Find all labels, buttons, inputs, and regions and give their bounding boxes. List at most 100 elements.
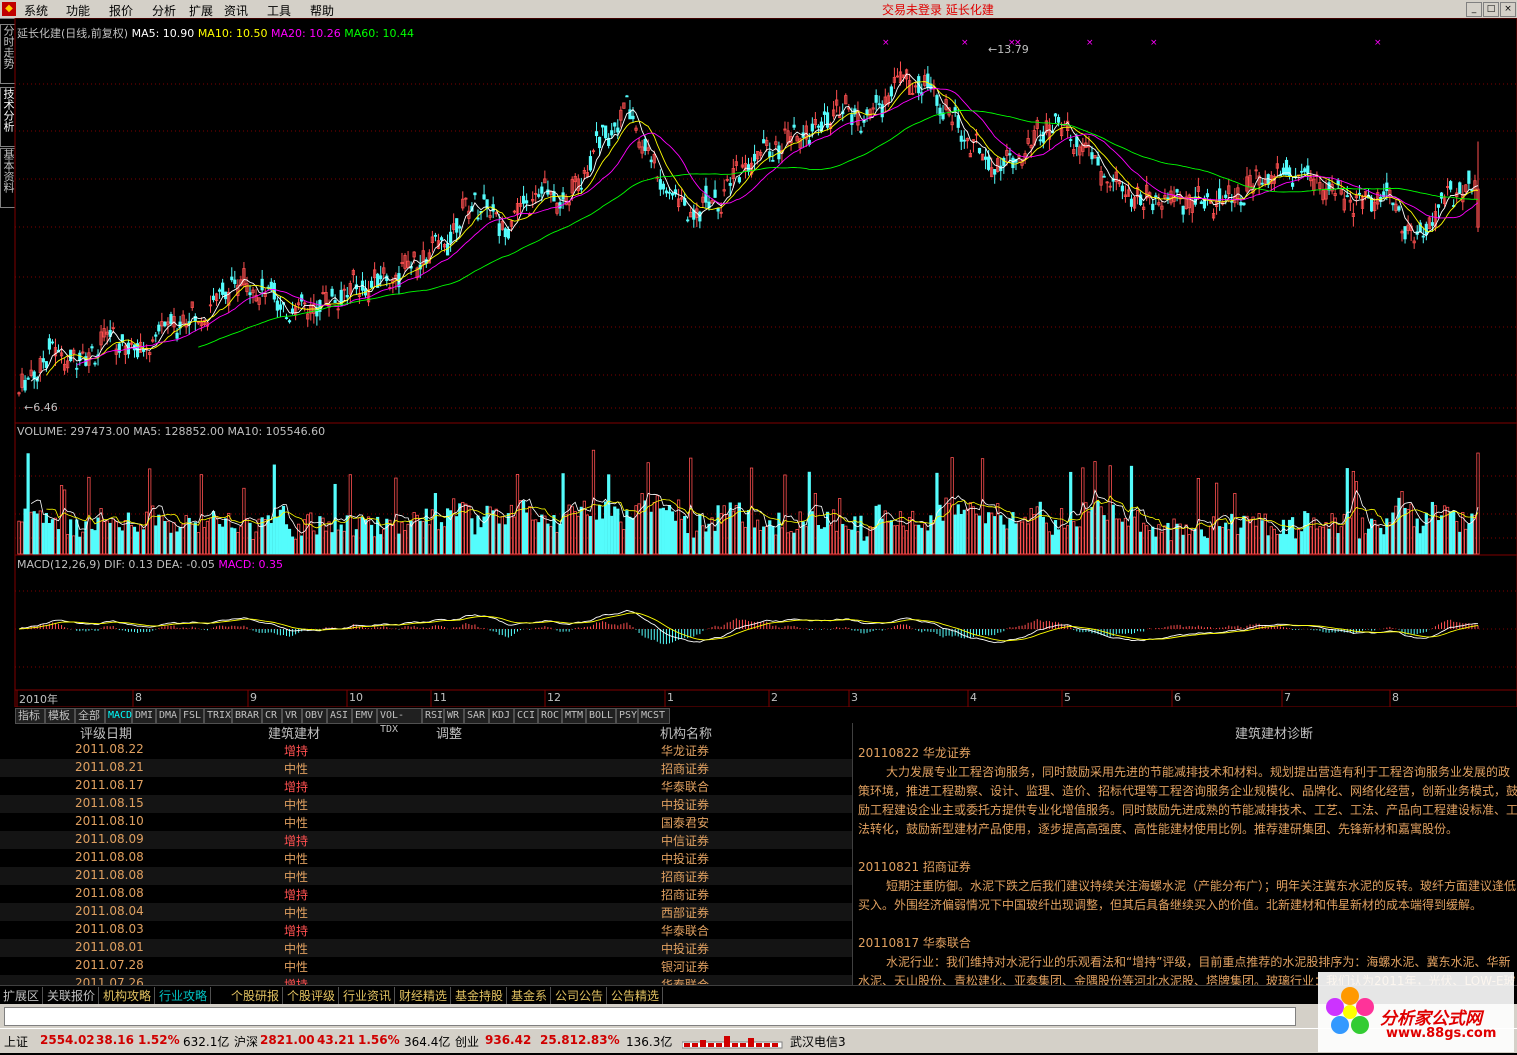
indicator-tab[interactable]: SAR [464,708,489,724]
volume-bar [713,530,717,555]
indicator-tab[interactable]: MCST [638,708,670,724]
candle-body [1242,202,1246,206]
table-row[interactable]: 2011.08.01 中性 中投证券 [0,939,852,957]
maximize-icon[interactable]: □ [1483,2,1499,17]
indicator-tab[interactable]: ASI [327,708,352,724]
diagnosis-panel: 建筑建材诊断 20110822 华龙证券 大力发展专业工程咨询服务，同时鼓励采用… [852,723,1517,985]
indicator-tab[interactable]: DMA [156,708,180,724]
menu-news[interactable]: 资讯 [224,2,248,19]
volume-bar [275,516,279,555]
volume-bar [628,516,632,555]
candle-body [455,218,459,233]
tab-fund-holdings[interactable]: 基金持股 [452,987,508,1004]
stock-chart[interactable]: × × ×× × × × [0,18,1517,707]
tab-related-quotes[interactable]: 关联报价 [44,987,100,1004]
indicator-tab[interactable]: RSI [422,708,444,724]
low-price-value: 6.46 [33,401,58,414]
volume-bar [673,520,678,555]
tab-industry-news[interactable]: 行业资讯 [340,987,396,1004]
volume-bar [667,505,672,555]
table-row[interactable]: 2011.08.08 中性 招商证券 [0,867,852,885]
indicator-tab[interactable]: EMV [352,708,377,724]
tab-company-notice[interactable]: 公司公告 [552,987,608,1004]
indicator-tab[interactable]: ROC [538,708,562,724]
indicator-tab[interactable]: MTM [562,708,586,724]
table-row[interactable]: 2011.08.09 增持 中信证券 [0,831,852,849]
tab-industry-strategy[interactable]: 行业攻略 [156,987,212,1004]
candle-body [230,276,234,281]
candle-body [449,231,453,243]
menu-extend[interactable]: 扩展 [189,2,213,19]
table-row[interactable]: 2011.07.28 中性 银河证券 [0,957,852,975]
indicator-tab[interactable]: OBV [302,708,327,724]
indicator-tab[interactable]: MACD [105,708,132,724]
close-icon[interactable]: × [1500,2,1516,17]
volume-bar [938,504,942,555]
table-row[interactable]: 2011.08.21 中性 招商证券 [0,759,852,777]
candle-body [1430,222,1435,226]
indicator-tab[interactable]: DMI [132,708,156,724]
event-marker-icon: × [1086,38,1094,48]
tab-notice-picks[interactable]: 公告精选 [608,987,664,1004]
candle-body [1008,153,1012,156]
command-input[interactable] [4,1007,1296,1026]
sh-index-label[interactable]: 上证 [4,1033,28,1050]
table-row[interactable]: 2011.08.15 中性 中投证券 [0,795,852,813]
candle-body [610,130,614,136]
minimize-icon[interactable]: _ [1466,2,1482,17]
table-row[interactable]: 2011.08.10 中性 国泰君安 [0,813,852,831]
table-row[interactable]: 2011.08.17 增持 华泰联合 [0,777,852,795]
indicator-tab[interactable]: 全部 [75,708,105,724]
col-adjust[interactable]: 调整 [436,723,462,742]
indicator-tab[interactable]: TRIX [204,708,232,724]
indicator-tab[interactable]: VR [282,708,302,724]
menu-quote[interactable]: 报价 [109,2,133,19]
table-row[interactable]: 2011.08.08 增持 招商证券 [0,885,852,903]
candle-body [1224,194,1228,198]
volume-bar [1290,517,1295,555]
tab-stock-research[interactable]: 个股研报 [228,987,284,1004]
volume-bar [1421,525,1425,555]
menu-system[interactable]: 系统 [24,2,48,19]
indicator-tab[interactable]: WR [444,708,464,724]
indicator-tab[interactable]: BOLL [586,708,616,724]
table-row[interactable]: 2011.08.22 增持 华龙证券 [0,741,852,759]
menu-tools[interactable]: 工具 [267,2,291,19]
col-sector[interactable]: 建筑建材 [268,723,320,742]
indicator-tab[interactable]: FSL [180,708,204,724]
indicator-tab[interactable]: KDJ [489,708,514,724]
col-org[interactable]: 机构名称 [660,723,712,742]
hs-index-label[interactable]: 沪深 [234,1033,258,1050]
time-axis-label: 12 [547,691,561,704]
menu-function[interactable]: 功能 [66,2,90,19]
table-row[interactable]: 2011.08.03 增持 华泰联合 [0,921,852,939]
indicator-tab[interactable]: CCI [514,708,538,724]
rating-date: 2011.07.28 [75,958,144,972]
tab-finance-picks[interactable]: 财经精选 [396,987,452,1004]
menu-analysis[interactable]: 分析 [152,2,176,19]
tab-fund-family[interactable]: 基金系 [508,987,552,1004]
indicator-tab[interactable]: 模板 [45,708,75,724]
table-row[interactable]: 2011.08.08 中性 中投证券 [0,849,852,867]
cy-index-label[interactable]: 创业 [455,1033,479,1050]
tab-institution-strategy[interactable]: 机构攻略 [100,987,156,1004]
table-row[interactable]: 2011.08.04 中性 西部证券 [0,903,852,921]
volume-bar [540,514,544,555]
col-date[interactable]: 评级日期 [80,723,132,742]
volume-bar [917,524,921,555]
indicator-tab[interactable]: VOL-TDX [377,708,422,735]
tab-extension-area[interactable]: 扩展区 [0,987,44,1004]
indicator-tab[interactable]: 指标 [15,708,45,724]
tab-stock-rating[interactable]: 个股评级 [284,987,340,1004]
volume-bar [1424,512,1428,555]
indicator-tab[interactable]: PSY [616,708,638,724]
indicator-tab[interactable]: BRAR [232,708,262,724]
table-row[interactable]: 2011.07.26 增持 华泰联合 [0,975,852,985]
ma20-label: MA20: 10.26 [271,27,341,40]
indicator-tab[interactable]: CR [262,708,282,724]
volume-bar [1260,520,1264,555]
volume-bar [558,523,562,555]
volume-bar [604,501,608,555]
volume-bar [597,504,602,555]
menu-help[interactable]: 帮助 [310,2,334,19]
